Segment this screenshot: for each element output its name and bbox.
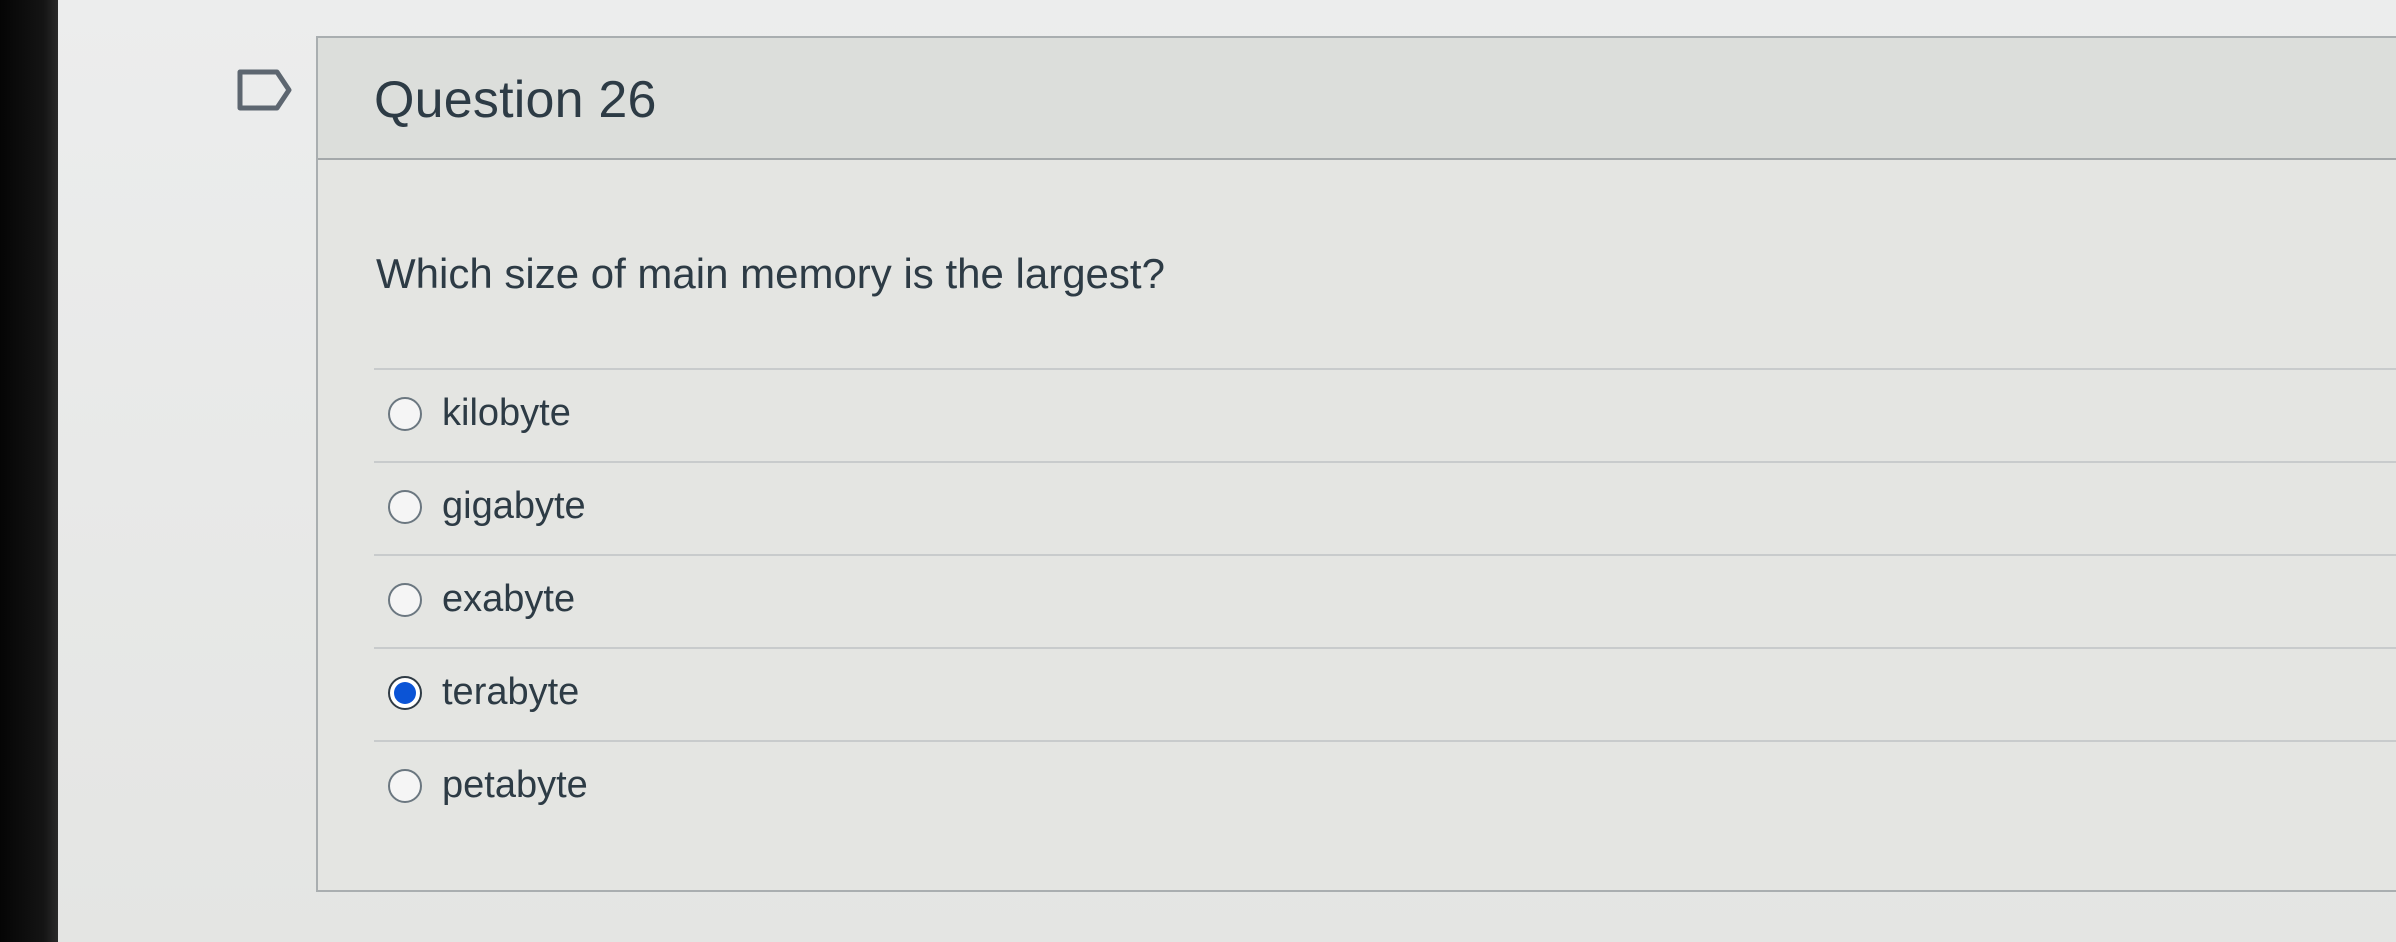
answer-label: terabyte [442,671,580,713]
answer-option-terabyte[interactable]: terabyte [374,649,2396,742]
answer-list: kilobyte gigabyte exabyte terabyte petab… [374,368,2396,835]
question-title: Question 26 [374,71,657,129]
flag-question-icon[interactable] [236,68,294,112]
question-text: Which size of main memory is the largest… [376,250,1165,297]
question-card: Question 26 Which size of main memory is… [316,36,2396,892]
answer-radio[interactable] [388,583,422,617]
answer-option-exabyte[interactable]: exabyte [374,556,2396,649]
question-header: Question 26 [318,38,2396,160]
answer-radio[interactable] [388,397,422,431]
answer-radio[interactable] [388,769,422,803]
screen-bezel [0,0,58,942]
answer-label: kilobyte [442,392,571,434]
answer-option-petabyte[interactable]: petabyte [374,742,2396,835]
answer-option-kilobyte[interactable]: kilobyte [374,370,2396,463]
answer-label: petabyte [442,764,588,806]
answer-option-gigabyte[interactable]: gigabyte [374,463,2396,556]
selected-answer-radio[interactable] [388,676,422,710]
answer-label: exabyte [442,578,576,620]
answer-label: gigabyte [442,485,586,527]
answer-radio[interactable] [388,490,422,524]
